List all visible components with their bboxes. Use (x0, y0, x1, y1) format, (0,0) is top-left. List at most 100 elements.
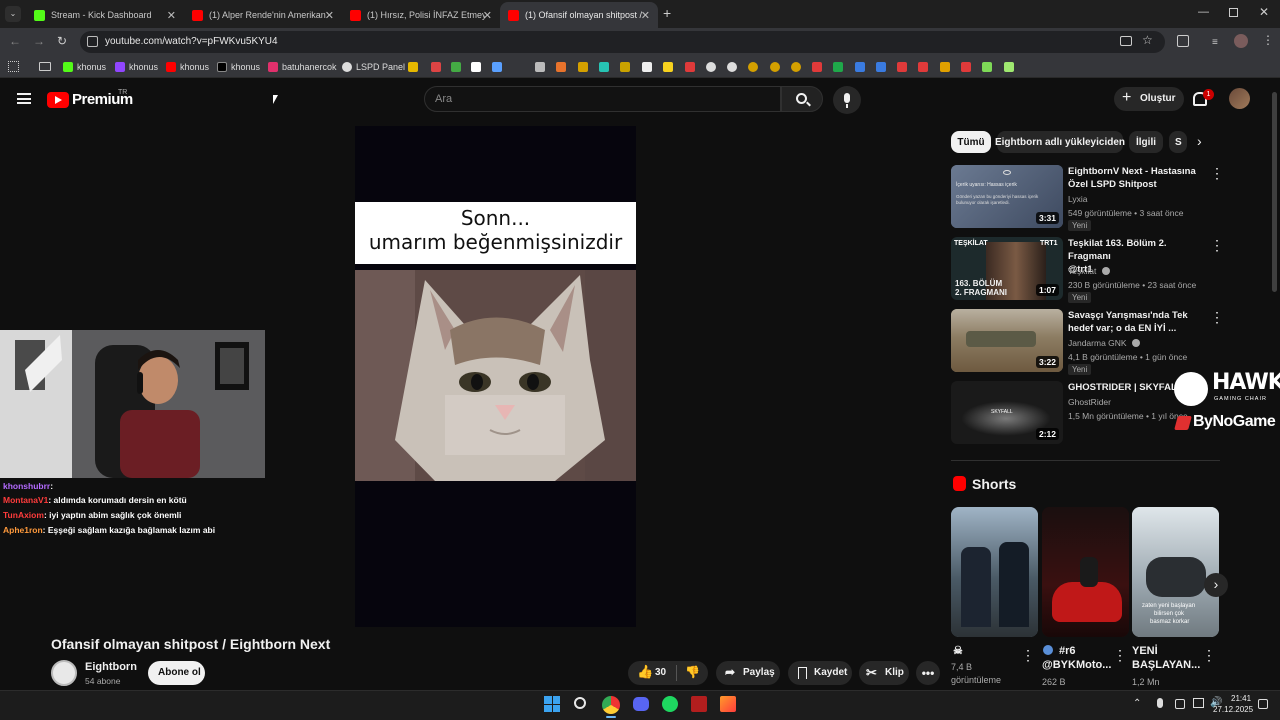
bookmark-icon[interactable] (556, 62, 566, 72)
bookmark-icon[interactable] (578, 62, 588, 72)
page-scrollbar[interactable] (1272, 92, 1277, 292)
extensions-icon[interactable] (1177, 35, 1189, 47)
chrome-icon[interactable] (602, 696, 620, 714)
short-title[interactable]: BAŞLAYAN... (1132, 658, 1210, 673)
youtube-logo[interactable]: Premium TR (47, 89, 187, 109)
tray-chevron-up-icon[interactable]: ⌃ (1133, 698, 1141, 709)
bookmark-icon[interactable] (431, 62, 441, 72)
bookmark-instagram[interactable]: batuhanercok (268, 60, 337, 74)
short-thumbnail[interactable] (951, 507, 1038, 637)
new-tab-button[interactable]: + (663, 5, 671, 21)
save-button[interactable]: Kaydet (788, 661, 852, 685)
apps-grid-icon[interactable] (8, 61, 19, 72)
voice-search-button[interactable] (833, 86, 861, 114)
close-icon[interactable]: ✕ (325, 9, 334, 22)
bookmark-icon[interactable] (833, 62, 843, 72)
url-text[interactable]: youtube.com/watch?v=pFWKvu5KYU4 (105, 36, 278, 47)
close-icon[interactable]: ✕ (167, 9, 176, 22)
menu-kebab-icon[interactable]: ⋮ (1262, 33, 1274, 47)
short-title[interactable]: YENİ (1132, 644, 1210, 659)
tab-youtube-2[interactable]: (1) Hırsız, Polisi İNFAZ Etmeye Ç ✕ (342, 2, 500, 28)
related-channel[interactable]: Teşkilat (1068, 266, 1110, 276)
clip-button[interactable]: ✂ Klip (859, 661, 909, 685)
bookmark-icon[interactable] (982, 62, 992, 72)
windows-start-icon[interactable] (544, 696, 560, 712)
bookmark-icon[interactable] (663, 62, 673, 72)
app-icon[interactable] (691, 696, 707, 712)
address-bar[interactable]: youtube.com/watch?v=pFWKvu5KYU4 ☆ (80, 31, 1165, 53)
chevron-right-icon[interactable]: › (1197, 133, 1202, 149)
search-input[interactable]: Ara (424, 86, 781, 112)
related-channel[interactable]: Lyxia (1068, 194, 1088, 204)
tray-network-icon[interactable] (1193, 698, 1204, 708)
discord-icon[interactable] (633, 697, 649, 711)
close-window-button[interactable]: ✕ (1259, 5, 1269, 19)
site-info-icon[interactable] (87, 36, 98, 47)
bookmark-icon[interactable] (685, 62, 695, 72)
media-control-icon[interactable]: ≡ (1212, 37, 1218, 48)
related-channel[interactable]: GhostRider (1068, 397, 1111, 407)
related-title[interactable]: EightbornV Next - Hastasına Özel LSPD Sh… (1068, 165, 1208, 191)
bookmark-icon[interactable] (727, 62, 737, 72)
bookmark-star-icon[interactable]: ☆ (1142, 33, 1153, 47)
channel-name[interactable]: Eightborn (85, 661, 137, 673)
short-thumbnail[interactable]: zaten yeni başlayan bilirsen çok basmaz … (1132, 507, 1219, 637)
channel-avatar[interactable] (51, 660, 77, 686)
bookmark-icon[interactable] (748, 62, 758, 72)
bookmark-icon[interactable] (876, 62, 886, 72)
account-avatar[interactable] (1229, 88, 1250, 109)
minimize-button[interactable]: — (1198, 6, 1209, 18)
shorts-next-button[interactable]: › (1204, 573, 1228, 597)
tray-mic-icon[interactable] (1157, 698, 1163, 708)
related-thumbnail[interactable]: SKYFALL 2:12 (951, 381, 1063, 444)
related-thumbnail[interactable]: İçerik uyarısı: Hassas içerik Gönderi ya… (951, 165, 1063, 228)
chip-more[interactable]: S (1169, 131, 1187, 153)
more-vert-icon[interactable]: ⋮ (1210, 310, 1224, 324)
more-vert-icon[interactable]: ⋮ (1210, 238, 1224, 252)
bookmark-icon[interactable] (599, 62, 609, 72)
chip-related[interactable]: İlgili (1129, 131, 1163, 153)
bookmark-icon[interactable] (706, 62, 716, 72)
chip-all[interactable]: Tümü (951, 131, 991, 153)
bookmark-icon[interactable] (451, 62, 461, 72)
subscribe-button[interactable]: Abone ol (148, 661, 205, 685)
tray-app-icon[interactable] (1175, 699, 1185, 709)
short-title[interactable]: ☠ (953, 644, 1031, 659)
back-button[interactable]: ← (9, 34, 21, 48)
bookmark-khonus-kick[interactable]: khonus (63, 60, 106, 74)
forward-button[interactable]: → (33, 34, 45, 48)
chip-from-uploader[interactable]: Eightborn adlı yükleyiciden (995, 131, 1125, 153)
tab-kick-dashboard[interactable]: Stream - Kick Dashboard ✕ (26, 2, 184, 28)
bookmark-icon[interactable] (855, 62, 865, 72)
bookmark-icon[interactable] (897, 62, 907, 72)
install-icon[interactable] (1120, 36, 1132, 46)
bookmark-lspd-panel[interactable]: LSPD Panel (342, 60, 405, 74)
bookmark-icon[interactable] (918, 62, 928, 72)
bookmark-khonus-x[interactable]: khonus (217, 60, 260, 74)
bookmark-icon[interactable] (642, 62, 652, 72)
search-button[interactable] (781, 86, 823, 112)
tab-youtube-active[interactable]: (1) Ofansif olmayan shitpost / E ✕ (500, 2, 658, 28)
more-vert-icon[interactable]: ⋮ (1210, 166, 1224, 180)
close-icon[interactable]: ✕ (483, 9, 492, 22)
bookmark-icon[interactable] (940, 62, 950, 72)
bookmark-icon[interactable] (492, 62, 502, 72)
maximize-button[interactable] (1229, 8, 1238, 17)
more-actions-button[interactable]: ••• (916, 661, 940, 685)
short-title[interactable]: @BYKMoto... (1042, 658, 1120, 673)
more-vert-icon[interactable]: ⋮ (1113, 648, 1127, 662)
profile-avatar[interactable] (1234, 34, 1248, 48)
related-thumbnail[interactable]: TEŞKİLAT TRT1 163. BÖLÜM 2. FRAGMANI 1:0… (951, 237, 1063, 300)
bookmark-khonus-youtube[interactable]: khonus (166, 60, 209, 74)
bookmark-icon[interactable] (812, 62, 822, 72)
bookmark-khonus-twitch[interactable]: khonus (115, 60, 158, 74)
share-button[interactable]: ➦ Paylaş (716, 661, 780, 685)
folder-icon[interactable] (39, 62, 51, 71)
reload-button[interactable]: ↻ (57, 34, 67, 48)
spotify-icon[interactable] (662, 696, 678, 712)
hamburger-menu-icon[interactable] (17, 93, 31, 104)
search-icon[interactable] (574, 697, 586, 709)
bookmark-icon[interactable] (1004, 62, 1014, 72)
notification-center-icon[interactable] (1258, 699, 1268, 709)
more-vert-icon[interactable]: ⋮ (1202, 648, 1216, 662)
